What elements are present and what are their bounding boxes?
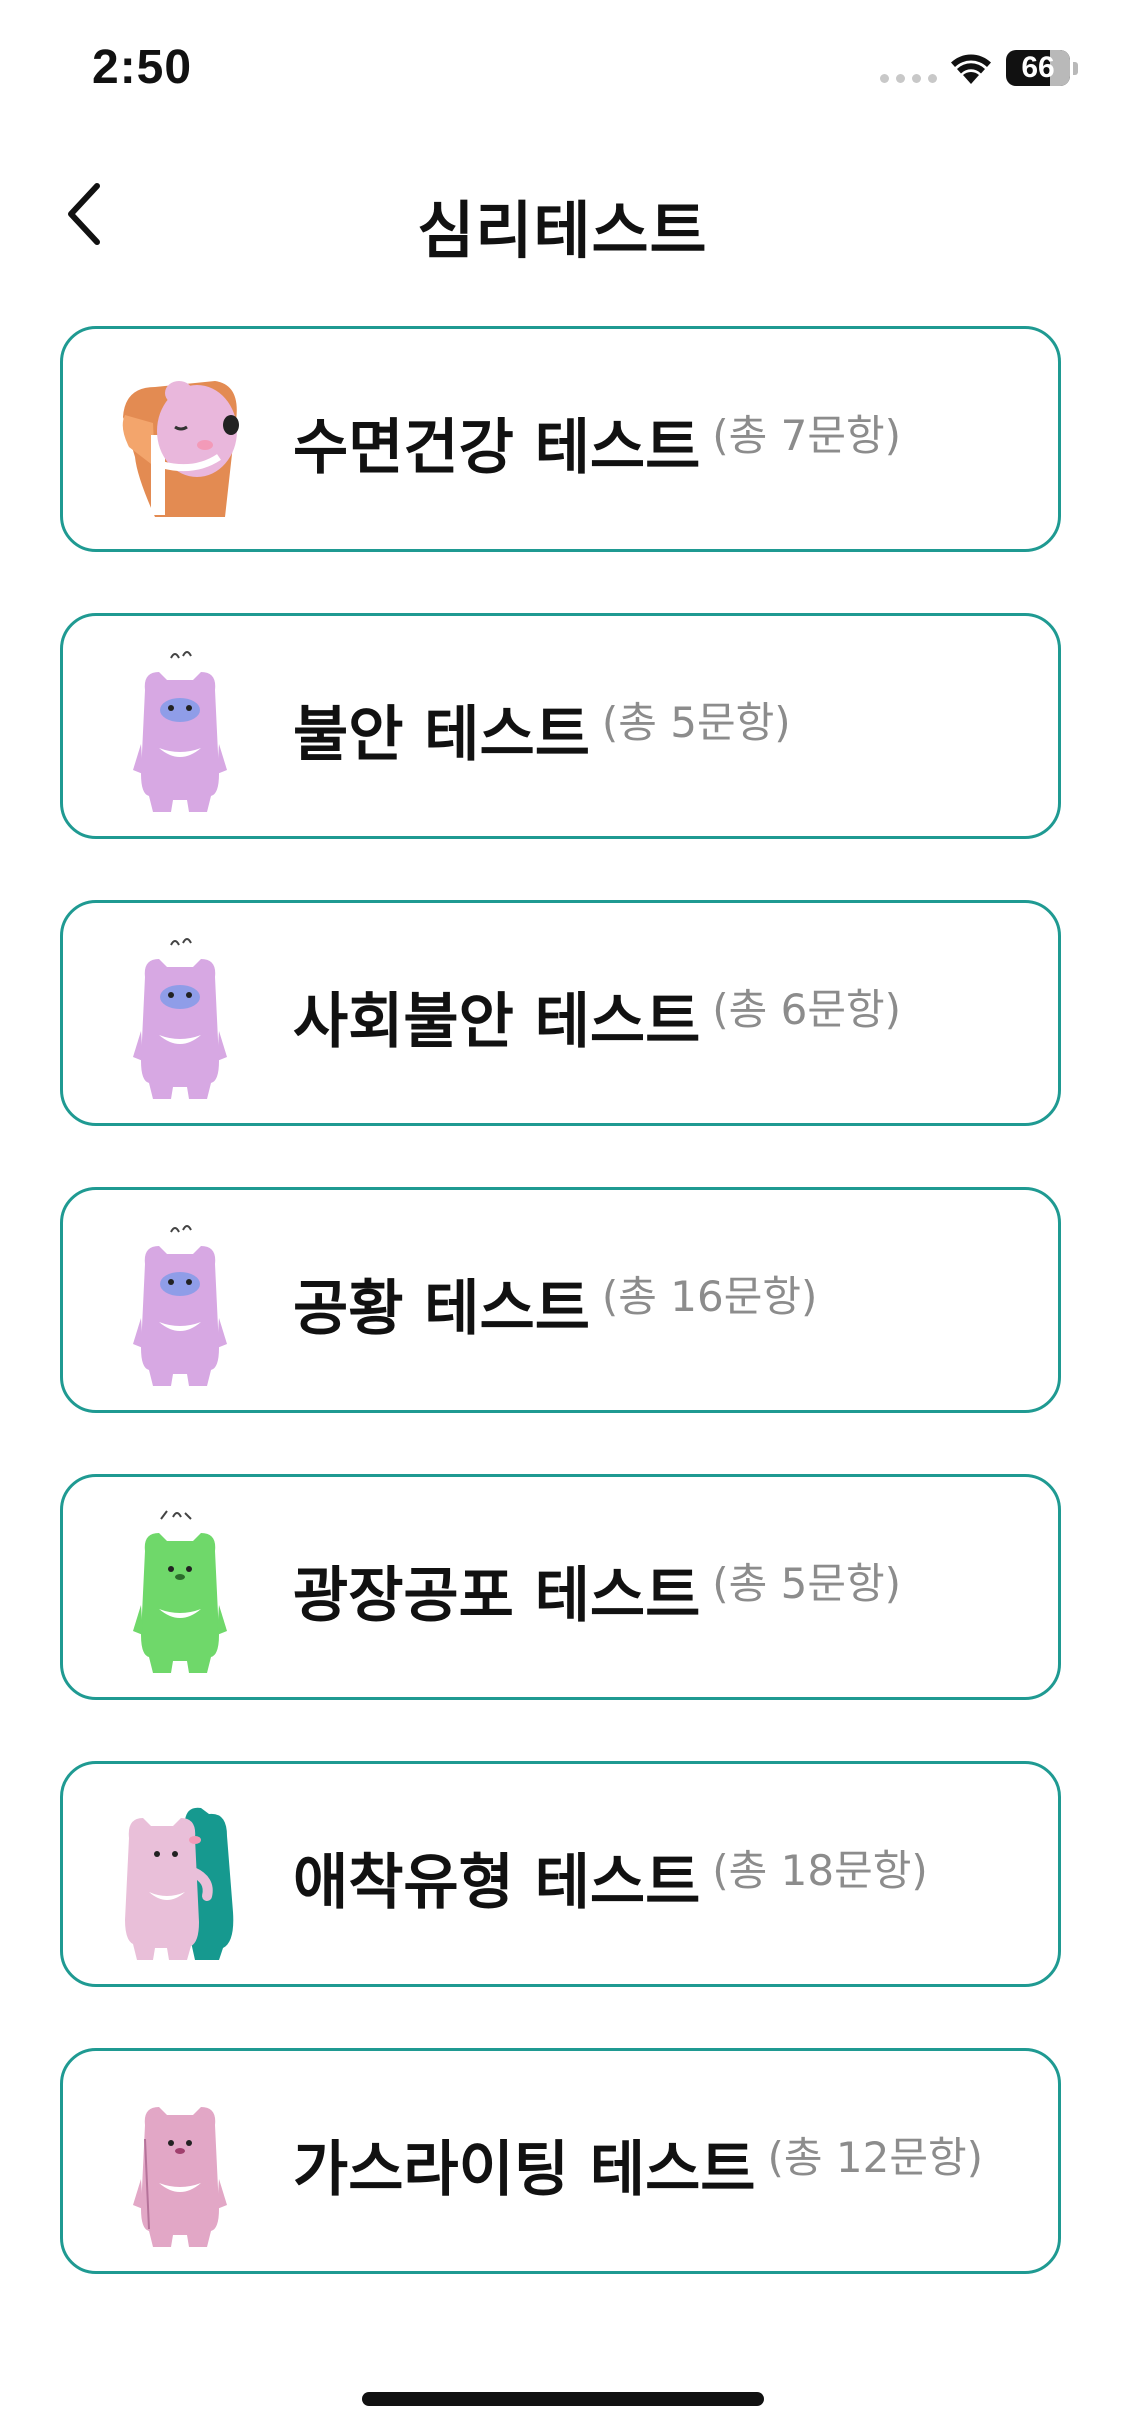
- test-card-text: 공황 테스트 (총 16문항): [293, 1190, 817, 1416]
- wifi-icon: [951, 54, 991, 84]
- test-name: 가스라이팅 테스트: [293, 2134, 756, 2205]
- purple-bear-character-icon: [133, 938, 227, 1099]
- status-bar: 2:50 66: [0, 0, 1125, 140]
- test-name: 사회불안 테스트: [293, 986, 701, 1057]
- cellular-signal-icon: [880, 74, 937, 83]
- test-question-count: (총 6문항): [712, 984, 902, 1034]
- test-name: 광장공포 테스트: [293, 1560, 701, 1631]
- test-name: 애착유형 테스트: [293, 1847, 701, 1918]
- test-card-social-anxiety[interactable]: 사회불안 테스트 (총 6문항): [60, 900, 1061, 1126]
- test-card-text: 광장공포 테스트 (총 5문항): [293, 1477, 901, 1703]
- sleeping-character-icon: [122, 381, 239, 517]
- test-card-attachment-type[interactable]: 애착유형 테스트 (총 18문항): [60, 1761, 1061, 1987]
- test-card-text: 사회불안 테스트 (총 6문항): [293, 903, 901, 1129]
- test-name: 공황 테스트: [293, 1273, 590, 1344]
- page-title: 심리테스트: [417, 194, 708, 267]
- test-card-anxiety[interactable]: 불안 테스트 (총 5문항): [60, 613, 1061, 839]
- home-indicator[interactable]: [362, 2392, 764, 2406]
- test-question-count: (총 16문항): [601, 1271, 818, 1321]
- navigation-bar: 심리테스트: [0, 150, 1125, 280]
- battery-icon: 66: [1006, 50, 1070, 86]
- test-question-count: (총 5문항): [712, 1558, 902, 1608]
- test-card-text: 가스라이팅 테스트 (총 12문항): [293, 2051, 983, 2277]
- test-name: 불안 테스트: [293, 699, 590, 770]
- test-list: 수면건강 테스트 (총 7문항) 불안 테스트 (총 5문항) 사회불안 테스트…: [60, 326, 1061, 2335]
- test-question-count: (총 18문항): [712, 1845, 928, 1895]
- test-card-text: 수면건강 테스트 (총 7문항): [293, 329, 901, 555]
- battery-cap: [1073, 62, 1078, 75]
- test-question-count: (총 5문항): [601, 697, 791, 747]
- test-name: 수면건강 테스트: [293, 412, 701, 483]
- status-time: 2:50: [92, 41, 193, 94]
- test-card-gaslighting[interactable]: 가스라이팅 테스트 (총 12문항): [60, 2048, 1061, 2274]
- hugging-characters-icon: [125, 1807, 234, 1960]
- green-bear-character-icon: [133, 1510, 227, 1673]
- test-card-text: 애착유형 테스트 (총 18문항): [293, 1764, 928, 1990]
- pink-bear-character-icon: [133, 2107, 227, 2247]
- test-card-text: 불안 테스트 (총 5문항): [293, 616, 791, 842]
- test-question-count: (총 12문항): [767, 2132, 984, 2182]
- battery-level: 66: [1021, 51, 1055, 84]
- test-card-panic[interactable]: 공황 테스트 (총 16문항): [60, 1187, 1061, 1413]
- test-question-count: (총 7문항): [712, 410, 902, 460]
- purple-bear-character-icon: [133, 1225, 227, 1386]
- test-card-sleep[interactable]: 수면건강 테스트 (총 7문항): [60, 326, 1061, 552]
- purple-bear-character-icon: [133, 651, 227, 812]
- test-card-agoraphobia[interactable]: 광장공포 테스트 (총 5문항): [60, 1474, 1061, 1700]
